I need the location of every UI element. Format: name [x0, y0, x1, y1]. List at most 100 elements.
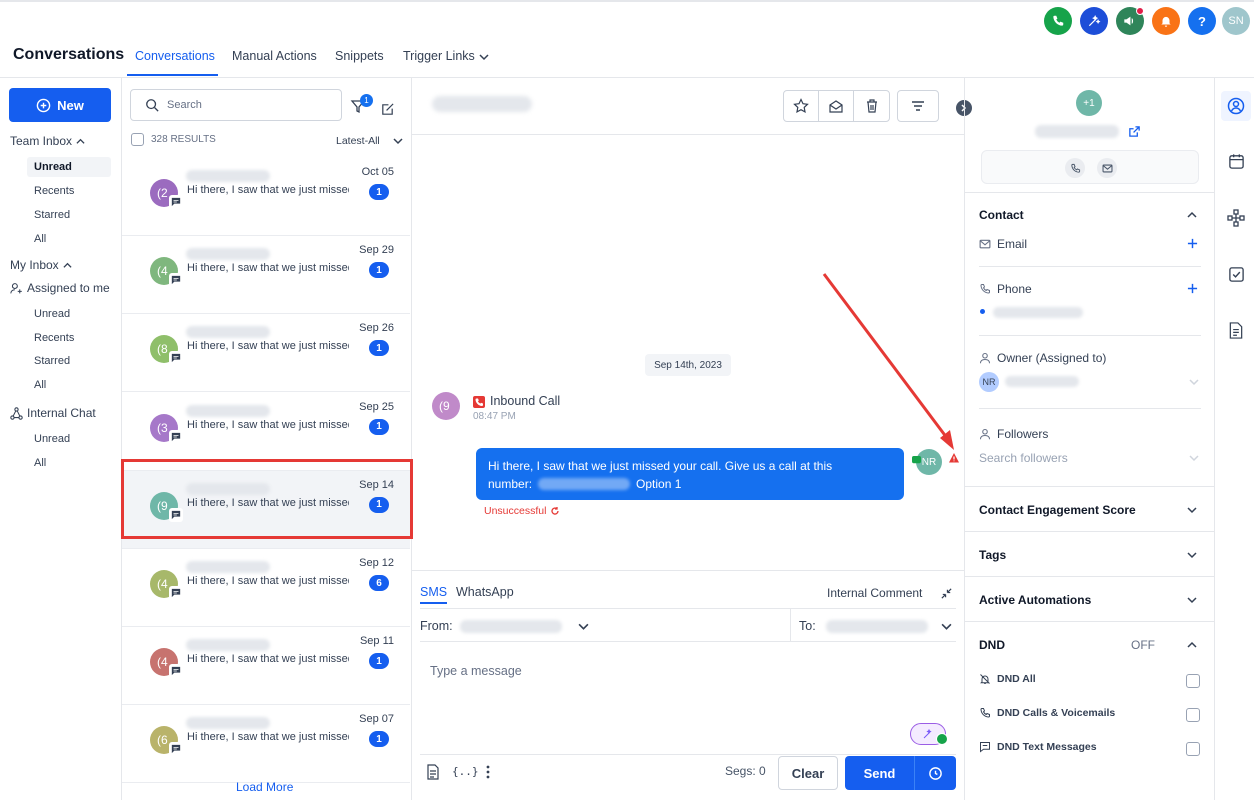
- chevron-down-icon[interactable]: [1189, 453, 1199, 463]
- chevron-down-icon[interactable]: [1187, 595, 1197, 605]
- dnd-text-checkbox[interactable]: [1186, 742, 1200, 756]
- tab-trigger-links[interactable]: Trigger Links: [403, 49, 475, 63]
- message-input[interactable]: Type a message: [430, 664, 522, 678]
- tab-sms[interactable]: SMS: [420, 585, 447, 599]
- tab-conversations[interactable]: Conversations: [135, 49, 215, 63]
- add-phone-icon[interactable]: [1187, 283, 1198, 294]
- megaphone-icon[interactable]: [1116, 7, 1144, 35]
- owner-name-redacted[interactable]: [1005, 376, 1079, 387]
- contact-section-title[interactable]: Contact: [979, 208, 1024, 222]
- dnd-section-title[interactable]: DND: [979, 638, 1005, 652]
- sort-dropdown[interactable]: Latest-All: [336, 135, 380, 147]
- send-button[interactable]: Send: [845, 756, 915, 790]
- chevron-down-icon[interactable]: [578, 621, 589, 632]
- automations-section-title[interactable]: Active Automations: [979, 593, 1091, 607]
- conversation-row[interactable]: (4 Hi there, I saw that we just missed Sep…: [122, 549, 410, 627]
- message-preview: Hi there, I saw that we just missed: [187, 184, 349, 196]
- new-conversation-button[interactable]: New: [9, 88, 111, 122]
- load-more-link[interactable]: Load More: [236, 780, 293, 794]
- filter-lines-button[interactable]: [898, 91, 938, 121]
- internal-comment-tab[interactable]: Internal Comment: [827, 586, 922, 600]
- mark-read-button[interactable]: [819, 91, 854, 121]
- help-icon[interactable]: ?: [1188, 7, 1216, 35]
- tab-whatsapp[interactable]: WhatsApp: [456, 585, 514, 599]
- my-inbox-header[interactable]: My Inbox: [10, 258, 72, 272]
- chevron-down-icon[interactable]: [1187, 505, 1197, 515]
- conversation-row[interactable]: (4 Hi there, I saw that we just missed Sep…: [122, 236, 410, 315]
- chevron-down-icon[interactable]: [393, 136, 403, 146]
- assigned-to-me-header[interactable]: Assigned to me: [10, 281, 110, 295]
- compose-icon[interactable]: [380, 102, 395, 117]
- tags-section-title[interactable]: Tags: [979, 548, 1006, 562]
- team-inbox-recents[interactable]: Recents: [27, 181, 111, 201]
- variables-button[interactable]: {..}: [452, 765, 479, 778]
- chevron-up-icon[interactable]: [1187, 640, 1197, 650]
- assigned-all[interactable]: All: [27, 375, 111, 395]
- tab-manual-actions[interactable]: Manual Actions: [232, 49, 317, 63]
- schedule-send-button[interactable]: [915, 756, 956, 790]
- engagement-score-title[interactable]: Contact Engagement Score: [979, 503, 1136, 517]
- tab-snippets[interactable]: Snippets: [335, 49, 384, 63]
- conversation-thread: Sep 14th, 2023 (9 Inbound Call 08:47 PM …: [412, 78, 972, 800]
- team-inbox-starred[interactable]: Starred: [27, 205, 111, 225]
- divider: [965, 621, 1214, 622]
- conversation-row[interactable]: (6 Hi there, I saw that we just missed Sep…: [122, 705, 410, 784]
- warning-icon[interactable]: [948, 452, 960, 464]
- phone-icon[interactable]: [1044, 7, 1072, 35]
- notes-tab[interactable]: [1221, 315, 1251, 345]
- assigned-unread[interactable]: Unread: [27, 304, 111, 324]
- team-inbox-header[interactable]: Team Inbox: [10, 134, 85, 148]
- assigned-recents[interactable]: Recents: [27, 328, 111, 348]
- followers-search-input[interactable]: Search followers: [979, 451, 1068, 465]
- divider: [979, 335, 1201, 336]
- filter-button[interactable]: 1: [350, 94, 373, 117]
- chevron-down-icon[interactable]: [941, 621, 952, 632]
- inbox-sidebar: New Team Inbox Unread Recents Starred Al…: [0, 78, 122, 800]
- calendar-tab[interactable]: [1221, 146, 1251, 176]
- chevron-up-icon[interactable]: [1187, 210, 1197, 220]
- document-icon[interactable]: [426, 764, 440, 780]
- chevron-down-icon[interactable]: [479, 52, 489, 62]
- bell-icon[interactable]: [1152, 7, 1180, 35]
- dnd-all-checkbox[interactable]: [1186, 674, 1200, 688]
- star-button[interactable]: [784, 91, 819, 121]
- minimize-icon[interactable]: [940, 587, 953, 600]
- phone-number-redacted[interactable]: [993, 307, 1083, 318]
- more-vertical-icon[interactable]: [482, 765, 494, 779]
- delete-button[interactable]: [854, 91, 889, 121]
- retry-icon[interactable]: [550, 506, 560, 516]
- filter-lines-icon: [912, 101, 924, 111]
- chevron-down-icon[interactable]: [1187, 550, 1197, 560]
- workflow-icon: [1227, 209, 1245, 227]
- contact-tab[interactable]: [1221, 91, 1251, 121]
- call-contact-button[interactable]: [1065, 158, 1085, 178]
- from-number-redacted[interactable]: [460, 620, 562, 633]
- internal-chat-header[interactable]: Internal Chat: [10, 406, 96, 420]
- star-icon: [793, 98, 809, 114]
- external-link-icon[interactable]: [1128, 125, 1141, 138]
- internal-chat-all[interactable]: All: [27, 453, 111, 473]
- conversation-row[interactable]: (2 Hi there, I saw that we just missed Oct…: [122, 158, 410, 236]
- tasks-tab[interactable]: [1221, 259, 1251, 289]
- team-inbox-all[interactable]: All: [27, 229, 111, 249]
- select-all-checkbox[interactable]: [131, 133, 144, 146]
- assigned-starred[interactable]: Starred: [27, 351, 111, 371]
- unread-count-badge: 1: [369, 184, 389, 200]
- sms-icon: [169, 195, 183, 209]
- chevron-down-icon[interactable]: [1189, 377, 1199, 387]
- conversation-row[interactable]: (4 Hi there, I saw that we just missed Sep…: [122, 627, 410, 706]
- team-inbox-unread[interactable]: Unread: [27, 157, 111, 177]
- dnd-calls-checkbox[interactable]: [1186, 708, 1200, 722]
- search-input[interactable]: Search: [130, 89, 342, 121]
- contact-name-redacted: [186, 717, 270, 730]
- conversation-row[interactable]: (8 Hi there, I saw that we just missed Sep…: [122, 314, 410, 393]
- workflow-tab[interactable]: [1221, 203, 1251, 233]
- magic-sparkle-icon[interactable]: [1080, 7, 1108, 35]
- internal-chat-unread[interactable]: Unread: [27, 429, 111, 449]
- divider: [965, 192, 1214, 193]
- user-avatar[interactable]: SN: [1222, 7, 1250, 35]
- to-number-redacted[interactable]: [826, 620, 928, 633]
- email-contact-button[interactable]: [1097, 158, 1117, 178]
- add-email-icon[interactable]: [1187, 238, 1198, 249]
- clear-button[interactable]: Clear: [778, 756, 838, 790]
